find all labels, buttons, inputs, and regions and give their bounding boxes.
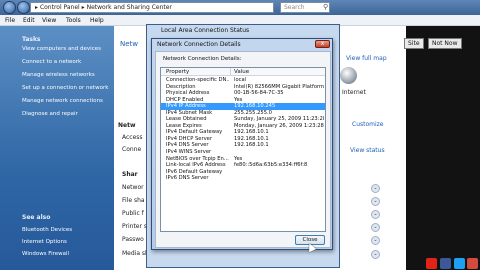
property-cell: Lease Obtained (166, 116, 207, 123)
menu-view[interactable]: View (42, 17, 56, 24)
value-cell: 192.168.10.1 (234, 135, 269, 142)
value-column-header[interactable]: Value (234, 69, 249, 75)
details-panel: Network Connection Details: Property Val… (155, 51, 331, 248)
value-cell: Monday, January 26, 2009 1:23:28 AM (234, 122, 324, 129)
breadcrumb-sep: ▸ (35, 4, 39, 11)
task-setup-connection[interactable]: Set up a connection or network (22, 85, 108, 91)
property-cell: Connection-specific DN... (166, 77, 229, 83)
tasks-heading: Tasks (22, 36, 41, 43)
view-full-map-link[interactable]: View full map (346, 55, 387, 62)
see-also-bluetooth[interactable]: Bluetooth Devices (22, 227, 72, 233)
search-icon[interactable]: ⚲ (323, 3, 328, 11)
menu-file[interactable]: File (5, 17, 15, 24)
breadcrumb-network-center[interactable]: Network and Sharing Center (87, 4, 172, 11)
property-cell: IPv4 IP Address (166, 103, 206, 110)
details-group-label: Network Connection Details: (163, 56, 242, 62)
network-heading: Netw (120, 40, 139, 48)
access-label: Access (122, 134, 143, 141)
breadcrumb[interactable]: ▸ Control Panel ▸ Network and Sharing Ce… (30, 2, 274, 13)
twitter-icon[interactable] (454, 258, 465, 269)
internet-label: Internet (342, 89, 366, 96)
value-cell: 192.168.10.245 (234, 103, 276, 110)
value-cell: local (234, 77, 247, 83)
details-rows: Connection-specific DN... local Descriptio… (161, 77, 325, 182)
value-cell: Sunday, January 25, 2009 11:23:28 AM (234, 116, 324, 123)
internet-globe-icon (340, 67, 357, 84)
details-list[interactable]: Property Value Connection-specific DN...… (160, 67, 326, 232)
view-status-link[interactable]: View status (350, 147, 385, 154)
property-cell: Description (166, 83, 196, 90)
menu-help[interactable]: Help (90, 17, 104, 24)
customize-link[interactable]: Customize (352, 121, 384, 128)
network-name: Netw (118, 122, 136, 129)
google-plus-icon[interactable] (467, 258, 478, 269)
breadcrumb-sep: ▸ (81, 4, 85, 11)
chevron-down-icon[interactable]: ⌄ (371, 236, 380, 245)
property-cell: IPv4 WINS Server (166, 149, 212, 156)
sharing-row-password: Passwo (122, 236, 144, 243)
youtube-icon[interactable] (426, 258, 437, 269)
chevron-down-icon[interactable]: ⌄ (371, 210, 380, 219)
task-pane: Tasks View computers and devices Connect… (0, 26, 114, 270)
back-icon[interactable] (3, 1, 16, 14)
value-cell: Yes (234, 155, 243, 162)
right-background (406, 26, 480, 270)
status-dialog-title: Local Area Connection Status (161, 27, 250, 34)
property-cell: IPv4 Default Gateway (166, 129, 223, 136)
task-view-computers[interactable]: View computers and devices (22, 46, 101, 52)
facebook-icon[interactable] (440, 258, 451, 269)
value-cell: Yes (234, 96, 243, 103)
network-connection-details-dialog: Network Connection Details x Network Con… (151, 38, 333, 250)
not-now-button[interactable]: Not Now (428, 38, 462, 49)
sharing-row-printer: Printer s (122, 223, 147, 230)
chevron-down-icon[interactable]: ⌄ (371, 184, 380, 193)
task-manage-wireless[interactable]: Manage wireless networks (22, 72, 95, 78)
value-cell: Intel(R) 82566MM Gigabit Platform LAN C (234, 83, 324, 90)
sharing-row-media: Media sh (122, 250, 149, 257)
value-cell: 192.168.10.1 (234, 129, 269, 136)
breadcrumb-control-panel[interactable]: Control Panel (40, 4, 80, 11)
column-separator[interactable] (230, 68, 231, 76)
close-icon[interactable]: x (315, 40, 330, 48)
task-manage-connections[interactable]: Manage network connections (22, 98, 103, 104)
chevron-down-icon[interactable]: ⌄ (371, 250, 380, 259)
property-cell: IPv4 DNS Server (166, 142, 209, 149)
table-row[interactable]: IPv6 DNS Server (161, 175, 325, 182)
sharing-row-public: Public f (122, 210, 144, 217)
address-bar: ▸ Control Panel ▸ Network and Sharing Ce… (0, 0, 480, 15)
value-cell: 00-1B-56-84-7C-35 (234, 90, 284, 97)
property-cell: Link-local IPv6 Address (166, 162, 226, 169)
menu-edit[interactable]: Edit (23, 17, 35, 24)
property-cell: DHCP Enabled (166, 96, 204, 103)
connection-label: Conne (122, 146, 142, 153)
sharing-heading: Shar (122, 171, 138, 178)
chevron-down-icon[interactable]: ⌄ (371, 223, 380, 232)
value-cell: fe80::5d6a:63b5:e334:ff6f:8 (234, 162, 308, 169)
property-cell: Lease Expires (166, 122, 202, 129)
sharing-row-network: Networ (122, 184, 144, 191)
forward-icon[interactable] (17, 1, 30, 14)
property-cell: IPv4 Subnet Mask (166, 109, 213, 116)
sharing-row-file: File sha (122, 197, 145, 204)
see-also-internet-options[interactable]: Internet Options (22, 239, 67, 245)
menu-tools[interactable]: Tools (66, 17, 81, 24)
property-cell: NetBIOS over Tcpip En... (166, 155, 229, 162)
value-cell: 192.168.10.1 (234, 142, 269, 149)
property-column-header[interactable]: Property (166, 69, 189, 75)
property-cell: Physical Address (166, 90, 210, 97)
property-cell: IPv6 DNS Server (166, 175, 209, 182)
value-cell: 255.255.255.0 (234, 109, 272, 116)
site-button[interactable]: Site (404, 38, 424, 49)
see-also-heading: See also (22, 214, 51, 221)
task-connect-network[interactable]: Connect to a network (22, 59, 81, 65)
screen: ▸ Control Panel ▸ Network and Sharing Ce… (0, 0, 480, 270)
property-cell: IPv4 DHCP Server (166, 135, 212, 142)
property-cell: IPv6 Default Gateway (166, 168, 223, 175)
see-also-firewall[interactable]: Windows Firewall (22, 251, 69, 257)
details-list-header: Property Value (161, 68, 325, 76)
task-diagnose-repair[interactable]: Diagnose and repair (22, 111, 78, 117)
chevron-down-icon[interactable]: ⌄ (371, 197, 380, 206)
details-dialog-title: Network Connection Details (157, 41, 241, 48)
